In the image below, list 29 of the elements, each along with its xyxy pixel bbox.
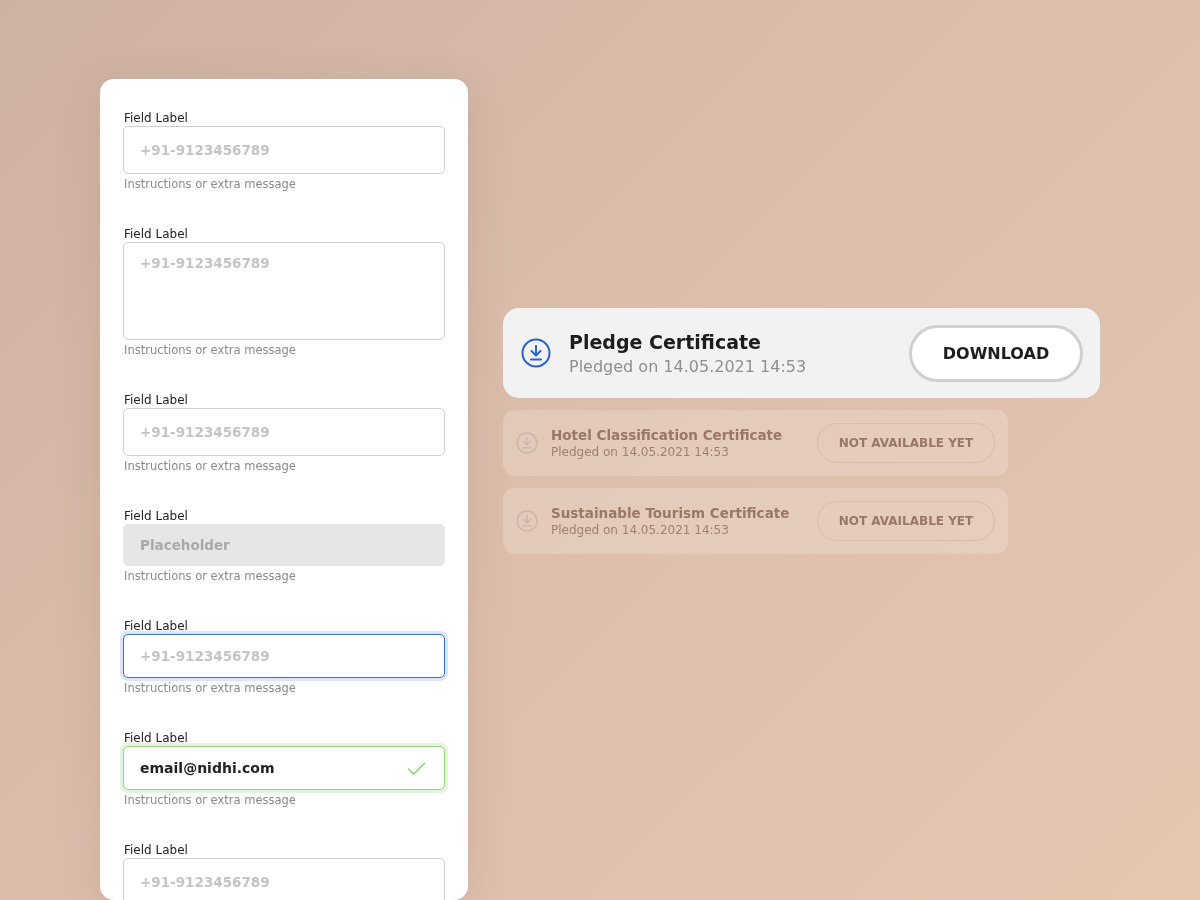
field-label: Field Label bbox=[124, 842, 189, 858]
download-icon bbox=[521, 338, 551, 368]
input-value[interactable]: email@nidhi.com bbox=[140, 760, 370, 776]
download-icon bbox=[516, 432, 538, 454]
helper-text: Instructions or extra message bbox=[124, 568, 297, 584]
field-label: Field Label bbox=[124, 392, 189, 408]
input-field[interactable]: email@nidhi.com bbox=[123, 746, 445, 790]
input-field[interactable]: +91-9123456789 bbox=[123, 634, 445, 678]
helper-text: Instructions or extra message bbox=[124, 176, 297, 192]
helper-text: Instructions or extra message bbox=[124, 458, 297, 474]
certificate-title: Pledge Certificate bbox=[569, 330, 762, 353]
field-label: Field Label bbox=[124, 110, 189, 126]
helper-text: Instructions or extra message bbox=[124, 680, 297, 696]
input-field: Placeholder bbox=[123, 524, 445, 566]
certificate-title: Hotel Classification Certificate bbox=[551, 427, 783, 443]
download-icon bbox=[516, 510, 538, 532]
field-label: Field Label bbox=[124, 226, 189, 242]
certificate-title: Sustainable Tourism Certificate bbox=[551, 505, 790, 521]
helper-text: Instructions or extra message bbox=[124, 792, 297, 808]
download-button[interactable]: DOWNLOAD bbox=[909, 324, 1083, 382]
field-label: Field Label bbox=[124, 730, 189, 746]
certificate-date: Pledged on 14.05.2021 14:53 bbox=[551, 445, 730, 459]
certificate-date: Pledged on 14.05.2021 14:53 bbox=[569, 356, 807, 376]
certificate-date: Pledged on 14.05.2021 14:53 bbox=[551, 523, 730, 537]
check-icon bbox=[407, 760, 426, 776]
field-label: Field Label bbox=[124, 618, 189, 634]
field-label: Field Label bbox=[124, 508, 189, 524]
text-area[interactable]: +91-9123456789 bbox=[123, 242, 445, 340]
helper-text: Instructions or extra message bbox=[124, 342, 297, 358]
